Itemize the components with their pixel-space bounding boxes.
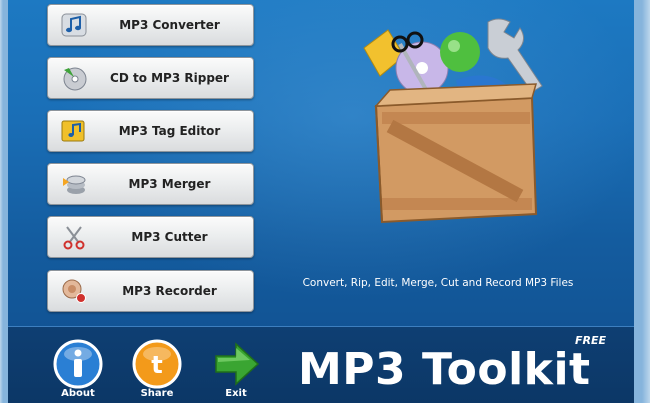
mp3-converter-label: MP3 Converter [119,18,220,32]
exit-label: Exit [225,388,247,399]
share-t-icon: t [151,351,162,379]
tagline-text: Convert, Rip, Edit, Merge, Cut and Recor… [302,277,574,289]
cd-to-mp3-ripper-label: CD to MP3 Ripper [110,71,229,85]
cd-to-mp3-ripper-button[interactable]: CD to MP3 Ripper [47,57,254,99]
app-logo-title: MP3 Toolkit [298,344,591,395]
mp3-cutter-label: MP3 Cutter [131,230,208,244]
about-label: About [61,388,95,399]
mp3-merger-button[interactable]: MP3 Merger [47,163,254,205]
info-icon [74,349,82,357]
record-icon [62,279,86,303]
tag-note-icon [61,120,85,142]
toolbox-crate-illustration [363,18,543,224]
share-label: Share [140,388,174,399]
share-button[interactable]: t [131,338,183,390]
merge-icon [63,175,86,194]
about-button[interactable] [52,338,104,390]
mp3-recorder-label: MP3 Recorder [122,284,217,298]
mp3-tag-editor-label: MP3 Tag Editor [118,124,221,138]
mp3-cutter-button[interactable]: MP3 Cutter [47,216,254,258]
mp3-merger-label: MP3 Merger [128,177,211,191]
mp3-converter-button[interactable]: MP3 Converter [47,4,254,46]
exit-button[interactable] [210,338,262,390]
mp3-recorder-button[interactable]: MP3 Recorder [47,270,254,312]
scissors-icon [63,226,85,250]
music-note-icon [61,13,87,37]
mp3-tag-editor-button[interactable]: MP3 Tag Editor [47,110,254,152]
cd-icon [63,67,87,91]
